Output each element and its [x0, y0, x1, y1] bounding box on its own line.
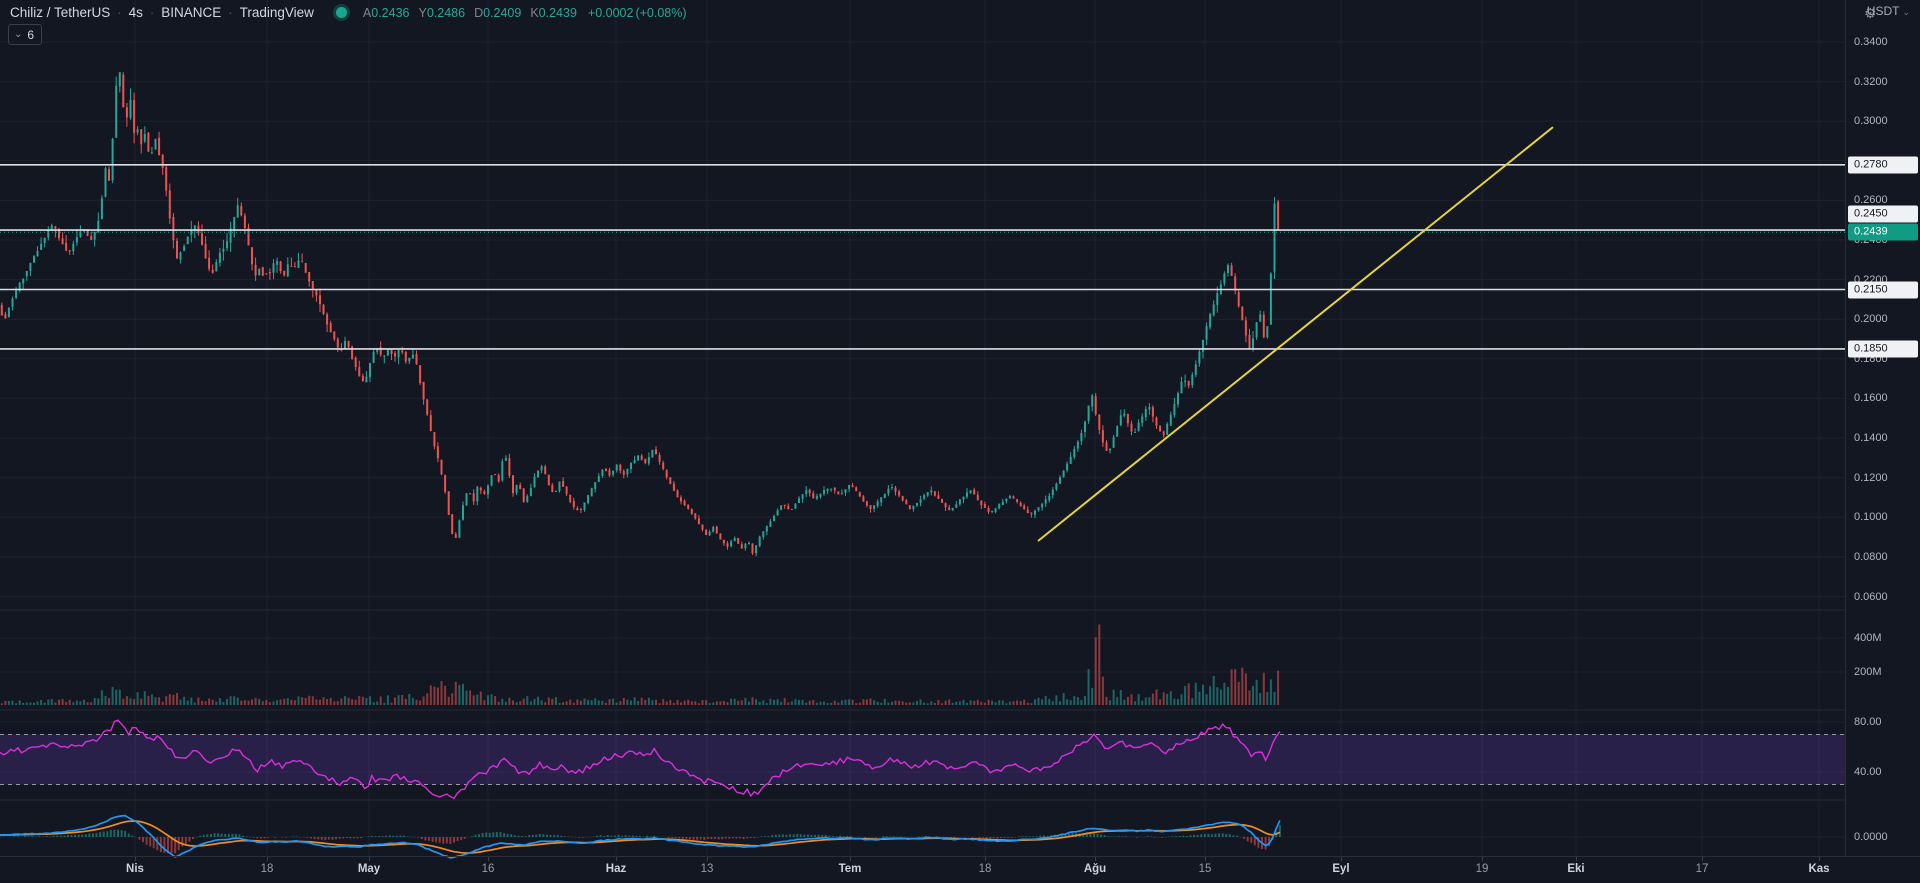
level-price-label: 0.2150	[1848, 281, 1918, 298]
time-tick-day-label: 16	[482, 863, 495, 875]
price-tick-label: 0.1600	[1854, 392, 1888, 404]
macd-histogram-up	[3, 825, 1281, 837]
level-price-label: 0.2780	[1848, 156, 1918, 173]
level-price-label: 0.1850	[1848, 340, 1918, 357]
currency-label: USDT	[1867, 4, 1900, 18]
separator-dot: ·	[150, 5, 154, 20]
trendline-drawing	[1038, 127, 1553, 541]
hidden-indicators-count: 6	[27, 29, 34, 41]
time-tick-day-label: 18	[261, 863, 274, 875]
level-price-label: 0.2450	[1848, 206, 1918, 223]
macd-tick-label: 0.0000	[1854, 831, 1888, 843]
rsi-band	[0, 735, 1845, 785]
time-tick-mark	[1341, 857, 1342, 861]
price-tick-label: 0.3200	[1854, 76, 1888, 88]
price-tick-label: 0.3000	[1854, 115, 1888, 127]
price-tick-label: 0.1000	[1854, 511, 1888, 523]
time-axis[interactable]: Nis 18 May 16 Haz 13 Tem 18 Ağu 15 Eyl 19 Eki 17 Kas	[0, 856, 1920, 883]
volume-bars-down	[1, 625, 1279, 706]
market-status-dot-icon[interactable]	[336, 7, 347, 18]
time-tick-mark	[850, 857, 851, 861]
time-tick-mark	[267, 857, 268, 861]
time-tick-mark	[369, 857, 370, 861]
price-tick-label: 0.1400	[1854, 432, 1888, 444]
chevron-down-icon: ⌄	[14, 30, 22, 40]
time-tick-day-label: 17	[1696, 863, 1709, 875]
low-label: D	[474, 6, 483, 20]
price-tick-label: 0.0600	[1854, 591, 1888, 603]
rsi-tick-label: 80.00	[1854, 716, 1882, 728]
time-tick-month-label: Eki	[1567, 863, 1584, 875]
horizontal-level-lines	[0, 165, 1845, 349]
open-label: A	[363, 6, 371, 20]
grid-lines	[0, 0, 1845, 856]
time-tick-mark	[1095, 857, 1096, 861]
last-price-label: 0.2439	[1848, 224, 1918, 241]
time-tick-month-label: Nis	[126, 863, 144, 875]
time-tick-month-label: Tem	[839, 863, 862, 875]
currency-selector[interactable]: USDT⌄	[1867, 4, 1910, 18]
time-tick-mark	[488, 857, 489, 861]
chevron-down-icon: ⌄	[1902, 7, 1910, 17]
time-tick-day-label: 19	[1476, 863, 1489, 875]
rsi-tick-label: 40.00	[1854, 766, 1882, 778]
time-tick-mark	[616, 857, 617, 861]
interval-label[interactable]: 4s	[129, 5, 143, 20]
time-tick-mark	[707, 857, 708, 861]
time-tick-mark	[1702, 857, 1703, 861]
low-value: 0.2409	[483, 6, 521, 20]
time-tick-mark	[1205, 857, 1206, 861]
symbol-legend: Chiliz / TetherUS · 4s · BINANCE · Tradi…	[10, 5, 687, 20]
time-tick-mark	[1576, 857, 1577, 861]
price-tick-label: 0.1200	[1854, 472, 1888, 484]
platform-label: TradingView	[240, 5, 314, 20]
time-tick-month-label: Ağu	[1084, 863, 1106, 875]
time-tick-mark	[985, 857, 986, 861]
open-value: 0.2436	[371, 6, 409, 20]
price-tick-label: 0.2000	[1854, 313, 1888, 325]
time-tick-month-label: Kas	[1808, 863, 1829, 875]
close-label: K	[530, 6, 538, 20]
separator-dot: ·	[117, 5, 121, 20]
volume-tick-label: 400M	[1854, 632, 1882, 644]
price-axis[interactable]: 0.34000.32000.30000.28000.26000.24000.22…	[1845, 0, 1920, 856]
time-tick-day-label: 13	[701, 863, 714, 875]
exchange-label: BINANCE	[161, 5, 221, 20]
time-tick-day-label: 15	[1199, 863, 1212, 875]
price-tick-label: 0.0800	[1854, 551, 1888, 563]
collapsed-indicators-button[interactable]: ⌄ 6	[8, 24, 42, 45]
high-value: 0.2486	[427, 6, 465, 20]
symbol-title[interactable]: Chiliz / TetherUS	[10, 5, 110, 20]
volume-tick-label: 200M	[1854, 666, 1882, 678]
price-chart-canvas[interactable]	[0, 0, 1920, 883]
time-tick-mark	[1482, 857, 1483, 861]
time-tick-mark	[1819, 857, 1820, 861]
ohlc-values: A0.2436 Y0.2486 D0.2409 K0.2439 +0.0002 …	[363, 6, 687, 20]
separator-dot: ·	[228, 5, 232, 20]
candle-bodies-down	[1, 75, 1279, 553]
high-label: Y	[418, 6, 426, 20]
candle-bodies-up	[8, 72, 1276, 553]
time-tick-month-label: Haz	[606, 863, 626, 875]
candle-wicks-down	[2, 72, 1278, 555]
change-percent: (+0.08%)	[635, 6, 686, 20]
price-tick-label: 0.3400	[1854, 36, 1888, 48]
change-value: +0.0002	[588, 6, 634, 20]
time-tick-month-label: May	[358, 863, 380, 875]
time-tick-mark	[135, 857, 136, 861]
tradingview-chart-window: Chiliz / TetherUS · 4s · BINANCE · Tradi…	[0, 0, 1920, 883]
time-tick-day-label: 18	[979, 863, 992, 875]
time-tick-month-label: Eyl	[1332, 863, 1349, 875]
candle-wicks-up	[9, 72, 1275, 556]
close-value: 0.2439	[539, 6, 577, 20]
